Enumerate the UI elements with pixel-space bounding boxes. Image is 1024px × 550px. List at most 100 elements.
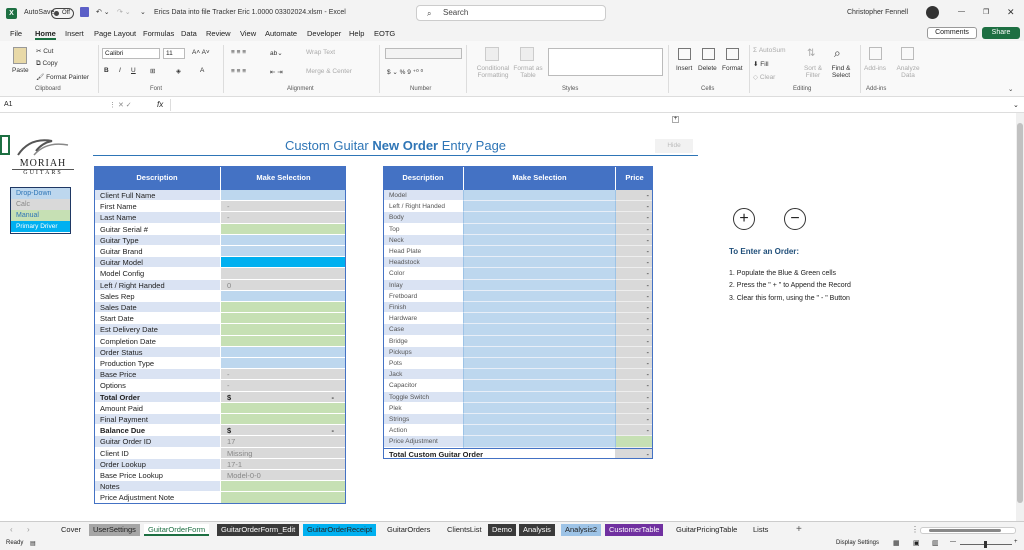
option-select[interactable]	[463, 234, 615, 246]
vertical-scrollbar[interactable]	[1016, 113, 1024, 521]
tab-formulas[interactable]: Formulas	[143, 29, 174, 38]
clear-button[interactable]: ◇ Clear	[753, 73, 775, 81]
form-field-value[interactable]: Model-0-0	[220, 470, 346, 482]
insert-cells-button[interactable]: Insert	[676, 65, 692, 72]
normal-view-icon[interactable]: ▦	[893, 539, 900, 547]
zoom-in-icon[interactable]: +	[1014, 539, 1018, 545]
tab-review[interactable]: Review	[206, 29, 231, 38]
form-field-value[interactable]	[220, 402, 346, 414]
add-sheet-button[interactable]: +	[796, 524, 802, 535]
form-field-value[interactable]	[220, 481, 346, 493]
sheet-tab[interactable]: GuitarOrderForm_Edit	[217, 524, 300, 536]
format-as-table-button[interactable]: Format as Table	[512, 65, 544, 79]
search-input[interactable]: Search	[416, 5, 606, 21]
find-select-icon[interactable]: ⌕	[834, 46, 841, 61]
sheet-tab[interactable]: UserSettings	[89, 524, 140, 536]
insert-function-button[interactable]: fx	[157, 100, 163, 109]
add-ins-icon[interactable]	[869, 47, 882, 60]
sheet-tab[interactable]: Cover	[57, 524, 86, 536]
format-cells-button[interactable]: Format	[722, 65, 743, 72]
option-select[interactable]	[463, 313, 615, 325]
option-select[interactable]	[463, 201, 615, 213]
tab-developer[interactable]: Developer	[307, 29, 341, 38]
undo-icon[interactable]: ↶ ⌄	[96, 8, 110, 16]
form-field-value[interactable]	[220, 190, 346, 202]
customize-qat-icon[interactable]: ⌄	[140, 8, 146, 16]
formula-expand-icon[interactable]: ⌄	[1013, 101, 1019, 109]
autosave-toggle[interactable]: Off	[51, 8, 74, 19]
option-select[interactable]	[463, 358, 615, 370]
sort-filter-button[interactable]: Sort & Filter	[801, 65, 825, 79]
merge-center-button[interactable]: Merge & Center	[306, 68, 352, 75]
currency-format-icon[interactable]: $ ⌄ % 9 ⁺⁰ ⁰	[387, 68, 423, 76]
form-field-value[interactable]	[220, 234, 346, 246]
number-format-select[interactable]	[385, 48, 462, 59]
tab-scroll-menu-icon[interactable]: ⋮	[911, 525, 919, 534]
page-break-view-icon[interactable]: ▥	[932, 539, 939, 547]
zoom-slider-thumb[interactable]	[984, 541, 987, 548]
option-select[interactable]	[463, 190, 615, 202]
tab-eotg[interactable]: EOTG	[374, 29, 395, 38]
option-select[interactable]	[463, 414, 615, 426]
avatar[interactable]	[926, 6, 939, 19]
font-size-select[interactable]: 11	[163, 48, 185, 59]
font-name-select[interactable]: Calibri	[102, 48, 160, 59]
append-record-button[interactable]: +	[733, 208, 755, 230]
conditional-formatting-icon[interactable]	[485, 47, 499, 61]
option-select[interactable]	[463, 436, 615, 448]
tab-page-layout[interactable]: Page Layout	[94, 29, 136, 38]
borders-icon[interactable]: ⊞	[150, 67, 155, 75]
form-field-value[interactable]	[220, 414, 346, 426]
form-field-value[interactable]: $ -	[220, 391, 346, 403]
option-select[interactable]	[463, 402, 615, 414]
form-field-value[interactable]: 17-1	[220, 458, 346, 470]
comments-button[interactable]: Comments	[927, 27, 977, 39]
name-box[interactable]: A1	[4, 101, 84, 111]
form-field-value[interactable]	[220, 313, 346, 325]
font-color-icon[interactable]: A	[200, 67, 204, 74]
fill-button[interactable]: ⬇ Fill	[753, 60, 769, 68]
indent-icon[interactable]: ⇤ ⇥	[270, 68, 283, 76]
form-field-value[interactable]	[220, 324, 346, 336]
worksheet-grid[interactable]: + MORIAH GUITARS Custom Guitar New Order…	[0, 113, 1016, 521]
form-field-value[interactable]	[220, 223, 346, 235]
sheet-tab[interactable]: CustomerTable	[605, 524, 664, 536]
find-select-button[interactable]: Find & Select	[827, 65, 855, 79]
ribbon-collapse-icon[interactable]: ⌄	[1008, 85, 1013, 93]
wrap-text-button[interactable]: Wrap Text	[306, 49, 335, 56]
option-select[interactable]	[463, 290, 615, 302]
option-select[interactable]	[463, 223, 615, 235]
form-field-value[interactable]	[220, 268, 346, 280]
form-field-value[interactable]	[220, 335, 346, 347]
option-select[interactable]	[463, 324, 615, 336]
underline-button[interactable]: U	[131, 67, 136, 74]
option-select[interactable]	[463, 257, 615, 269]
form-field-value[interactable]	[220, 246, 346, 258]
formula-input[interactable]	[170, 99, 1012, 111]
analyze-data-icon[interactable]	[901, 47, 914, 60]
form-field-value[interactable]	[220, 346, 346, 358]
sheet-tab[interactable]: GuitarOrders	[383, 524, 435, 536]
insert-cells-icon[interactable]	[678, 48, 691, 60]
next-sheet-icon[interactable]: ›	[27, 525, 30, 534]
copy-button[interactable]: ⧉ Copy	[36, 60, 58, 68]
format-as-table-icon[interactable]	[520, 47, 534, 61]
tab-view[interactable]: View	[240, 29, 256, 38]
format-painter-button[interactable]: 🖌 Format Painter	[36, 73, 89, 81]
fill-color-icon[interactable]: ◈	[176, 67, 181, 75]
option-select[interactable]	[463, 335, 615, 347]
redo-icon[interactable]: ↷ ⌄	[117, 8, 131, 16]
form-field-value[interactable]	[220, 358, 346, 370]
tab-file[interactable]: File	[10, 29, 22, 38]
sheet-tab[interactable]: Demo	[488, 524, 517, 536]
option-select[interactable]	[463, 246, 615, 258]
option-select[interactable]	[463, 268, 615, 280]
form-field-value[interactable]	[220, 302, 346, 314]
minimize-icon[interactable]: —	[958, 8, 965, 15]
zoom-out-icon[interactable]: —	[950, 539, 956, 545]
delete-cells-button[interactable]: Delete	[698, 65, 717, 72]
paste-button[interactable]: Paste	[12, 67, 29, 74]
formula-cancel-icon[interactable]: ⋮ ✕ ✓	[109, 101, 132, 109]
conditional-formatting-button[interactable]: Conditional Formatting	[473, 65, 513, 79]
tab-automate[interactable]: Automate	[265, 29, 297, 38]
